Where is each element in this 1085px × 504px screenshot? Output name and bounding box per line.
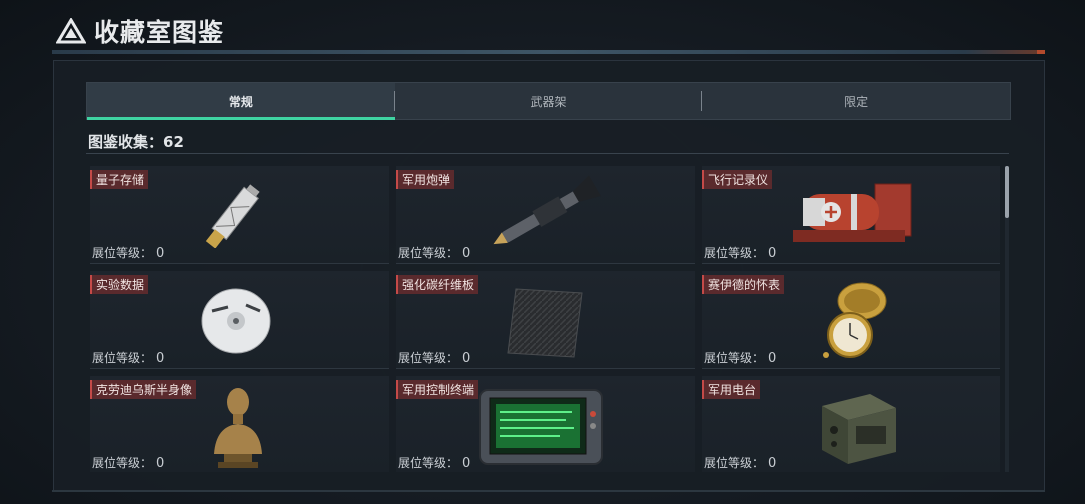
tab-label: 武器架 bbox=[530, 94, 567, 109]
control-terminal-icon bbox=[479, 389, 603, 465]
level-label: 展位等级： bbox=[704, 456, 765, 470]
bust-statue-icon bbox=[214, 388, 262, 468]
military-radio-icon bbox=[822, 394, 896, 464]
usb-drive-icon bbox=[205, 184, 260, 248]
booth-level: 展位等级： 0 bbox=[92, 349, 164, 366]
panel-bottom-border bbox=[52, 490, 1045, 492]
item-grid: 量子存储 展位等级： 0 军用炮弹 展位等级： 0 飞行记录仪 展位等级： 0 … bbox=[90, 166, 1000, 472]
item-card-military-shell[interactable]: 军用炮弹 展位等级： 0 bbox=[396, 166, 695, 264]
level-label: 展位等级： bbox=[704, 246, 765, 260]
level-label: 展位等级： bbox=[92, 351, 153, 365]
item-name: 飞行记录仪 bbox=[702, 170, 773, 189]
booth-level: 展位等级： 0 bbox=[92, 244, 164, 261]
flight-recorder-icon bbox=[793, 183, 912, 242]
booth-level: 展位等级： 0 bbox=[704, 349, 776, 366]
level-value: 0 bbox=[462, 246, 471, 261]
booth-level: 展位等级： 0 bbox=[398, 454, 470, 471]
item-card-experiment-data[interactable]: 实验数据 展位等级： 0 bbox=[90, 271, 389, 369]
tab-limited[interactable]: 限定 bbox=[702, 83, 1010, 119]
carbon-plate-icon bbox=[507, 288, 583, 358]
level-label: 展位等级： bbox=[704, 351, 765, 365]
artillery-shell-icon bbox=[493, 175, 601, 245]
booth-level: 展位等级： 0 bbox=[704, 454, 776, 471]
tab-regular[interactable]: 常规 bbox=[87, 83, 395, 120]
item-name: 军用炮弹 bbox=[396, 170, 455, 189]
level-value: 0 bbox=[462, 351, 471, 366]
level-value: 0 bbox=[768, 456, 777, 471]
pocket-watch-icon bbox=[823, 282, 887, 358]
tab-label: 常规 bbox=[228, 94, 253, 109]
item-name: 克劳迪乌斯半身像 bbox=[90, 380, 197, 399]
scrollbar-thumb[interactable] bbox=[1005, 166, 1009, 218]
booth-level: 展位等级： 0 bbox=[704, 244, 776, 261]
level-label: 展位等级： bbox=[92, 456, 153, 470]
level-value: 0 bbox=[462, 456, 471, 471]
item-card-quantum-storage[interactable]: 量子存储 展位等级： 0 bbox=[90, 166, 389, 264]
collection-count: 图鉴收集：62 bbox=[88, 133, 184, 151]
item-name: 量子存储 bbox=[90, 170, 149, 189]
booth-level: 展位等级： 0 bbox=[92, 454, 164, 471]
page-title: 收藏室图鉴 bbox=[56, 14, 224, 48]
item-name: 实验数据 bbox=[90, 275, 149, 294]
tab-separator bbox=[394, 91, 395, 111]
header-divider bbox=[52, 50, 1045, 54]
level-value: 0 bbox=[768, 246, 777, 261]
item-name: 军用控制终端 bbox=[396, 380, 479, 399]
level-label: 展位等级： bbox=[398, 456, 459, 470]
tab-separator bbox=[701, 91, 702, 111]
item-card-military-radio[interactable]: 军用电台 展位等级： 0 bbox=[702, 376, 1000, 472]
item-card-carbon-fiber-plate[interactable]: 强化碳纤维板 展位等级： 0 bbox=[396, 271, 695, 369]
level-value: 0 bbox=[768, 351, 777, 366]
item-name: 强化碳纤维板 bbox=[396, 275, 479, 294]
item-card-said-pocket-watch[interactable]: 赛伊德的怀表 展位等级： 0 bbox=[702, 271, 1000, 369]
level-label: 展位等级： bbox=[92, 246, 153, 260]
level-value: 0 bbox=[156, 351, 165, 366]
warning-triangle-icon bbox=[56, 18, 86, 44]
booth-level: 展位等级： 0 bbox=[398, 349, 470, 366]
item-card-military-control-terminal[interactable]: 军用控制终端 展位等级： 0 bbox=[396, 376, 695, 472]
level-label: 展位等级： bbox=[398, 351, 459, 365]
item-card-flight-recorder[interactable]: 飞行记录仪 展位等级： 0 bbox=[702, 166, 1000, 264]
tab-weapon-rack[interactable]: 武器架 bbox=[395, 83, 703, 119]
level-value: 0 bbox=[156, 456, 165, 471]
divider bbox=[86, 153, 1009, 154]
item-card-claudius-bust[interactable]: 克劳迪乌斯半身像 展位等级： 0 bbox=[90, 376, 389, 472]
tab-bar: 常规 武器架 限定 bbox=[86, 82, 1011, 120]
page-title-text: 收藏室图鉴 bbox=[94, 18, 225, 47]
data-disc-icon bbox=[201, 288, 271, 354]
level-label: 展位等级： bbox=[398, 246, 459, 260]
tab-label: 限定 bbox=[844, 94, 869, 109]
item-name: 军用电台 bbox=[702, 380, 761, 399]
level-value: 0 bbox=[156, 246, 165, 261]
booth-level: 展位等级： 0 bbox=[398, 244, 470, 261]
item-name: 赛伊德的怀表 bbox=[702, 275, 785, 294]
